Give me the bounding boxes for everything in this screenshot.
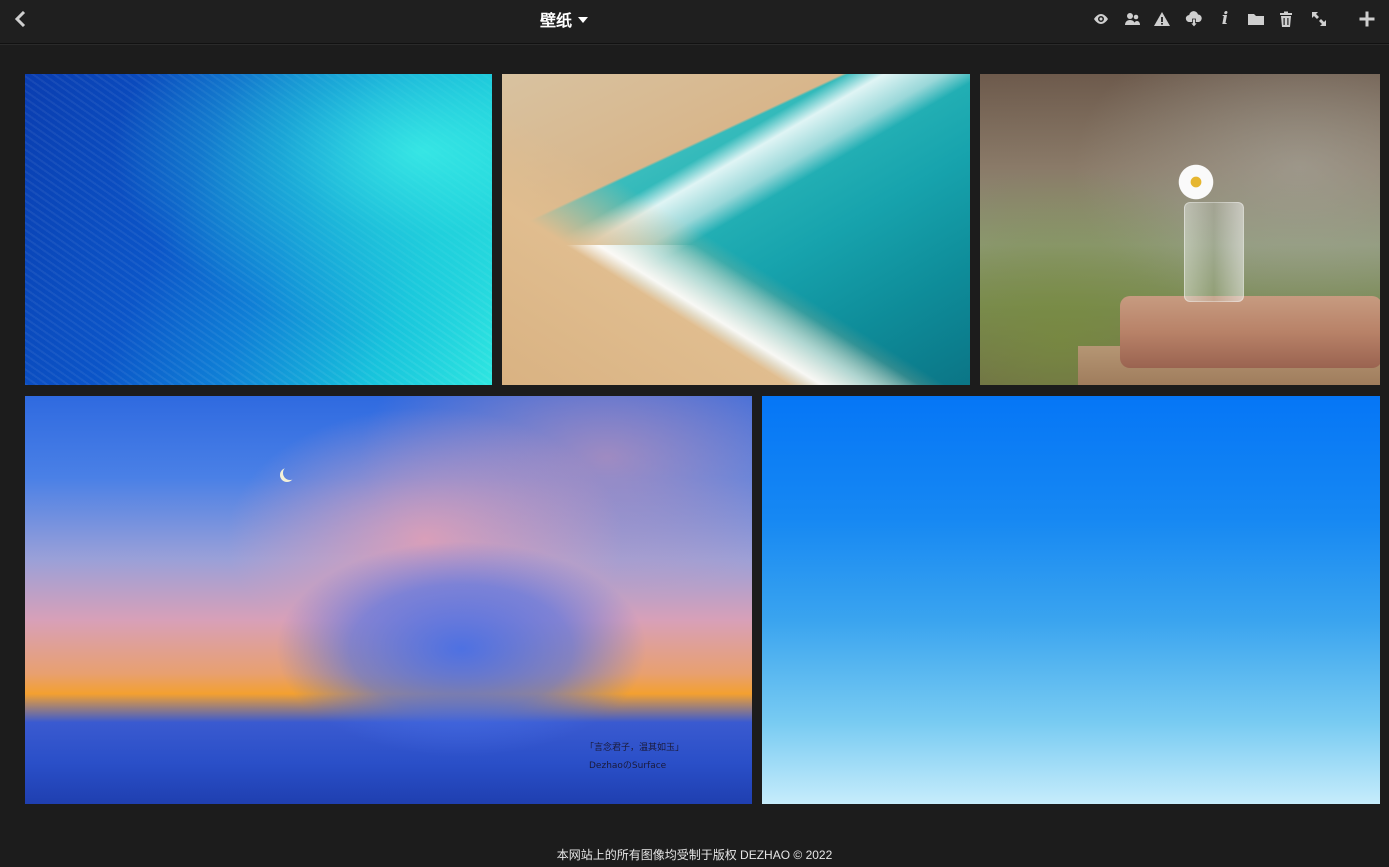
info-button[interactable]: i xyxy=(1213,7,1237,31)
eye-icon xyxy=(1094,14,1108,24)
painting-caption: 「言念君子，温其如玉」 DezhaoのSurface xyxy=(585,739,684,775)
caption-line-2: DezhaoのSurface xyxy=(589,761,667,771)
share-users-icon xyxy=(1125,13,1140,25)
folder-icon xyxy=(1248,14,1264,25)
top-toolbar: 壁纸 i xyxy=(0,0,1389,44)
photo-flower-jar[interactable] xyxy=(980,74,1380,385)
wave-foam xyxy=(502,245,970,385)
glass-jar xyxy=(1184,202,1244,302)
copyright-footer: 本网站上的所有图像均受制于版权 DEZHAO © 2022 xyxy=(556,848,833,862)
crescent-moon xyxy=(283,466,297,480)
photo-aerial-beach[interactable] xyxy=(502,74,970,385)
cloud-download-icon xyxy=(1185,11,1202,28)
share-button[interactable] xyxy=(1120,7,1144,31)
white-flower xyxy=(1176,162,1216,202)
fullscreen-button[interactable] xyxy=(1307,7,1331,31)
warning-icon xyxy=(1154,12,1170,26)
caption-line-1: 「言念君子，温其如玉」 xyxy=(585,743,685,753)
photo-painted-sky[interactable]: 「言念君子，温其如玉」 DezhaoのSurface xyxy=(25,396,752,804)
nsfw-warning-button[interactable] xyxy=(1150,7,1174,31)
download-button[interactable] xyxy=(1182,7,1206,31)
info-icon: i xyxy=(1221,9,1229,29)
toolbar-actions: i xyxy=(0,7,1389,31)
plus-icon xyxy=(1359,11,1375,27)
delete-button[interactable] xyxy=(1274,7,1298,31)
add-button[interactable] xyxy=(1355,7,1379,31)
visibility-button[interactable] xyxy=(1089,7,1113,31)
move-button[interactable] xyxy=(1244,7,1268,31)
photo-aerial-ocean[interactable] xyxy=(25,74,492,385)
photo-blue-gradient[interactable] xyxy=(762,396,1380,804)
trash-icon xyxy=(1280,11,1292,27)
fullscreen-icon xyxy=(1312,12,1326,26)
book-upper xyxy=(1120,296,1380,368)
